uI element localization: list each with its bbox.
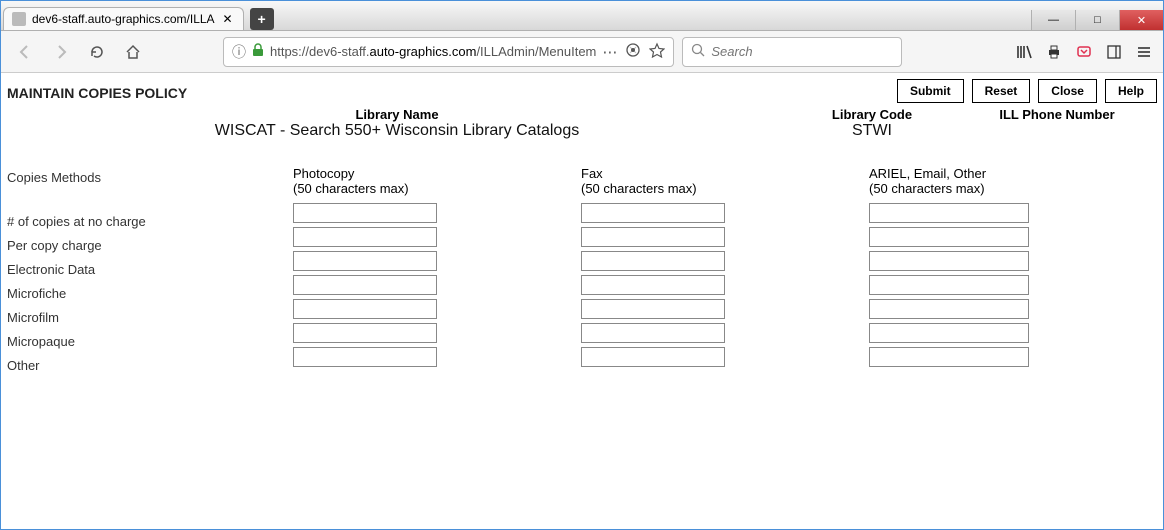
menu-icon[interactable]	[1135, 43, 1153, 61]
lock-icon	[252, 43, 264, 60]
window-titlebar: dev6-staff.auto-graphics.com/ILLA ✕ + — …	[1, 1, 1163, 31]
ariel-microfilm-input[interactable]	[869, 299, 1029, 319]
photocopy-electronic-input[interactable]	[293, 251, 437, 271]
action-buttons: Submit Reset Close Help	[897, 79, 1157, 103]
ellipsis-icon[interactable]: ⋯	[602, 43, 617, 61]
ariel-hint: (50 characters max)	[869, 181, 1157, 201]
photocopy-other-input[interactable]	[293, 347, 437, 367]
window-controls: — □ ✕	[1031, 10, 1163, 30]
fax-no-charge-input[interactable]	[581, 203, 725, 223]
fax-column: Fax (50 characters max)	[581, 166, 869, 378]
library-code-label: Library Code	[787, 107, 957, 122]
copies-form: Copies Methods # of copies at no charge …	[7, 166, 1157, 378]
row-label: Microfilm	[7, 306, 293, 330]
fax-hint: (50 characters max)	[581, 181, 869, 201]
photocopy-micropaque-input[interactable]	[293, 323, 437, 343]
browser-tab[interactable]: dev6-staff.auto-graphics.com/ILLA ✕	[3, 7, 244, 30]
library-icon[interactable]	[1015, 43, 1033, 61]
browser-toolbar: ⓘ https://dev6-staff.auto-graphics.com/I…	[1, 31, 1163, 73]
forward-button[interactable]	[47, 38, 75, 66]
ariel-micropaque-input[interactable]	[869, 323, 1029, 343]
submit-button[interactable]: Submit	[897, 79, 964, 103]
row-label: Electronic Data	[7, 258, 293, 282]
row-label: Microfiche	[7, 282, 293, 306]
library-name-label: Library Name	[7, 107, 787, 122]
row-label: # of copies at no charge	[7, 210, 293, 234]
ariel-electronic-input[interactable]	[869, 251, 1029, 271]
photocopy-microfilm-input[interactable]	[293, 299, 437, 319]
ariel-per-copy-input[interactable]	[869, 227, 1029, 247]
close-icon[interactable]: ✕	[221, 12, 235, 26]
library-code-value: STWI	[787, 122, 957, 140]
fax-electronic-input[interactable]	[581, 251, 725, 271]
ariel-header: ARIEL, Email, Other	[869, 166, 1157, 181]
tab-title: dev6-staff.auto-graphics.com/ILLA	[32, 12, 215, 26]
close-button[interactable]: Close	[1038, 79, 1097, 103]
row-label: Micropaque	[7, 330, 293, 354]
photocopy-hint: (50 characters max)	[293, 181, 581, 201]
address-bar[interactable]: ⓘ https://dev6-staff.auto-graphics.com/I…	[223, 37, 674, 67]
ariel-no-charge-input[interactable]	[869, 203, 1029, 223]
fax-per-copy-input[interactable]	[581, 227, 725, 247]
back-button[interactable]	[11, 38, 39, 66]
ariel-microfiche-input[interactable]	[869, 275, 1029, 295]
url-text: https://dev6-staff.auto-graphics.com/ILL…	[270, 44, 596, 59]
reset-button[interactable]: Reset	[972, 79, 1031, 103]
page-title: MAINTAIN COPIES POLICY	[7, 81, 187, 101]
fax-micropaque-input[interactable]	[581, 323, 725, 343]
photocopy-column: Photocopy (50 characters max)	[293, 166, 581, 378]
window-close-button[interactable]: ✕	[1119, 10, 1163, 30]
photocopy-no-charge-input[interactable]	[293, 203, 437, 223]
photocopy-per-copy-input[interactable]	[293, 227, 437, 247]
ill-phone-label: ILL Phone Number	[957, 107, 1157, 122]
photocopy-microfiche-input[interactable]	[293, 275, 437, 295]
sidebar-icon[interactable]	[1105, 43, 1123, 61]
ariel-column: ARIEL, Email, Other (50 characters max)	[869, 166, 1157, 378]
home-button[interactable]	[119, 38, 147, 66]
fax-microfilm-input[interactable]	[581, 299, 725, 319]
reader-icon[interactable]	[625, 42, 641, 62]
minimize-button[interactable]: —	[1031, 10, 1075, 30]
info-icon[interactable]: ⓘ	[232, 42, 246, 62]
row-label: Per copy charge	[7, 234, 293, 258]
page-body: MAINTAIN COPIES POLICY Submit Reset Clos…	[1, 73, 1163, 529]
print-icon[interactable]	[1045, 43, 1063, 61]
fax-other-input[interactable]	[581, 347, 725, 367]
copies-methods-header: Copies Methods	[7, 166, 293, 190]
help-button[interactable]: Help	[1105, 79, 1157, 103]
bookmark-icon[interactable]	[649, 42, 665, 62]
reload-button[interactable]	[83, 38, 111, 66]
ariel-other-input[interactable]	[869, 347, 1029, 367]
fax-header: Fax	[581, 166, 869, 181]
search-input[interactable]	[711, 44, 893, 59]
row-label: Other	[7, 354, 293, 378]
pocket-icon[interactable]	[1075, 43, 1093, 61]
library-name-value: WISCAT - Search 550+ Wisconsin Library C…	[7, 122, 787, 140]
maximize-button[interactable]: □	[1075, 10, 1119, 30]
favicon-icon	[12, 12, 26, 26]
search-bar[interactable]	[682, 37, 902, 67]
new-tab-button[interactable]: +	[250, 8, 274, 30]
search-icon	[691, 43, 705, 60]
fax-microfiche-input[interactable]	[581, 275, 725, 295]
photocopy-header: Photocopy	[293, 166, 581, 181]
